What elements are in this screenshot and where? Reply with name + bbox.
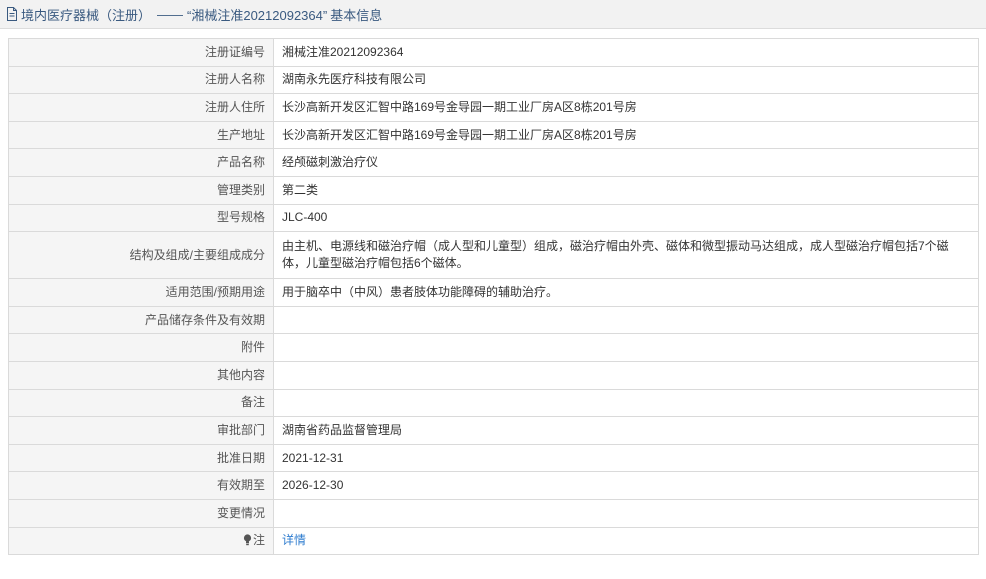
row-label: 注册人住所 [8,93,274,122]
detail-row-product-name: 产品名称 经颅磁刺激治疗仪 [8,148,979,177]
row-label: 生产地址 [8,120,274,150]
row-label: 型号规格 [8,203,274,233]
detail-row-production-address: 生产地址 长沙高新开发区汇智中路169号金导园一期工业厂房A区8栋201号房 [8,120,979,150]
detail-row-registrant-address: 注册人住所 长沙高新开发区汇智中路169号金导园一期工业厂房A区8栋201号房 [8,93,979,122]
row-value: 由主机、电源线和磁治疗帽（成人型和儿童型）组成，磁治疗帽由外壳、磁体和微型振动马… [273,231,979,280]
row-label: 其他内容 [8,360,274,390]
header-separator: —— [157,6,184,22]
detail-row-intended-use: 适用范围/预期用途 用于脑卒中（中风）患者肢体功能障碍的辅助治疗。 [8,278,979,307]
row-label: 注册人名称 [8,65,274,95]
row-value: JLC-400 [273,203,979,233]
row-value: 湖南省药品监督管理局 [273,416,979,445]
row-value: 用于脑卒中（中风）患者肢体功能障碍的辅助治疗。 [273,278,979,307]
detail-row-registration-number: 注册证编号 湘械注准20212092364 [8,38,979,67]
row-value: 2021-12-31 [273,443,979,473]
detail-row-other-content: 其他内容 [8,360,979,390]
row-value: 湘械注准20212092364 [273,38,979,67]
row-value: 第二类 [273,175,979,205]
row-value [273,360,979,390]
row-label: 管理类别 [8,175,274,205]
header-record-title: “湘械注准20212092364” [187,7,328,23]
row-value [273,333,979,362]
details-link[interactable]: 详情 [282,533,306,547]
row-label: 产品储存条件及有效期 [8,305,274,335]
row-label: 附件 [8,333,274,362]
detail-row-structure-composition: 结构及组成/主要组成成分 由主机、电源线和磁治疗帽（成人型和儿童型）组成，磁治疗… [8,231,979,280]
row-value: 2026-12-30 [273,471,979,500]
row-value: 长沙高新开发区汇智中路169号金导园一期工业厂房A区8栋201号房 [273,93,979,122]
row-value [273,305,979,335]
lightbulb-icon [243,534,252,546]
row-label: 备注 [8,388,274,418]
detail-row-attachments: 附件 [8,333,979,362]
page-header: 境内医疗器械（注册） —— “湘械注准20212092364” 基本信息 [0,0,986,29]
row-label: 变更情况 [8,498,274,528]
row-value: 经颅磁刺激治疗仪 [273,148,979,177]
detail-row-approval-department: 审批部门 湖南省药品监督管理局 [8,416,979,445]
document-icon [7,7,17,21]
row-value [273,498,979,528]
row-value: 长沙高新开发区汇智中路169号金导园一期工业厂房A区8栋201号房 [273,120,979,150]
note-label-text: 注 [252,533,265,548]
row-label: 注册证编号 [8,38,274,67]
detail-row-change-history: 变更情况 [8,498,979,528]
row-label: 适用范围/预期用途 [8,278,274,307]
detail-table: 注册证编号 湘械注准20212092364 注册人名称 湖南永先医疗科技有限公司… [8,38,979,556]
header-category: 境内医疗器械（注册） [21,7,152,23]
row-label: 结构及组成/主要组成成分 [8,231,274,280]
row-label: 审批部门 [8,416,274,445]
detail-row-model-spec: 型号规格 JLC-400 [8,203,979,233]
detail-row-approval-date: 批准日期 2021-12-31 [8,443,979,473]
row-value: 湖南永先医疗科技有限公司 [273,65,979,95]
row-label: 产品名称 [8,148,274,177]
detail-row-management-class: 管理类别 第二类 [8,175,979,205]
detail-row-note: 注 详情 [8,526,979,556]
detail-row-valid-until: 有效期至 2026-12-30 [8,471,979,500]
row-value [273,388,979,418]
detail-row-storage-conditions: 产品储存条件及有效期 [8,305,979,335]
detail-row-registrant-name: 注册人名称 湖南永先医疗科技有限公司 [8,65,979,95]
row-label-note: 注 [8,526,274,556]
row-value-note: 详情 [273,526,979,556]
row-label: 批准日期 [8,443,274,473]
detail-row-remarks: 备注 [8,388,979,418]
header-suffix: 基本信息 [330,7,383,23]
row-label: 有效期至 [8,471,274,500]
